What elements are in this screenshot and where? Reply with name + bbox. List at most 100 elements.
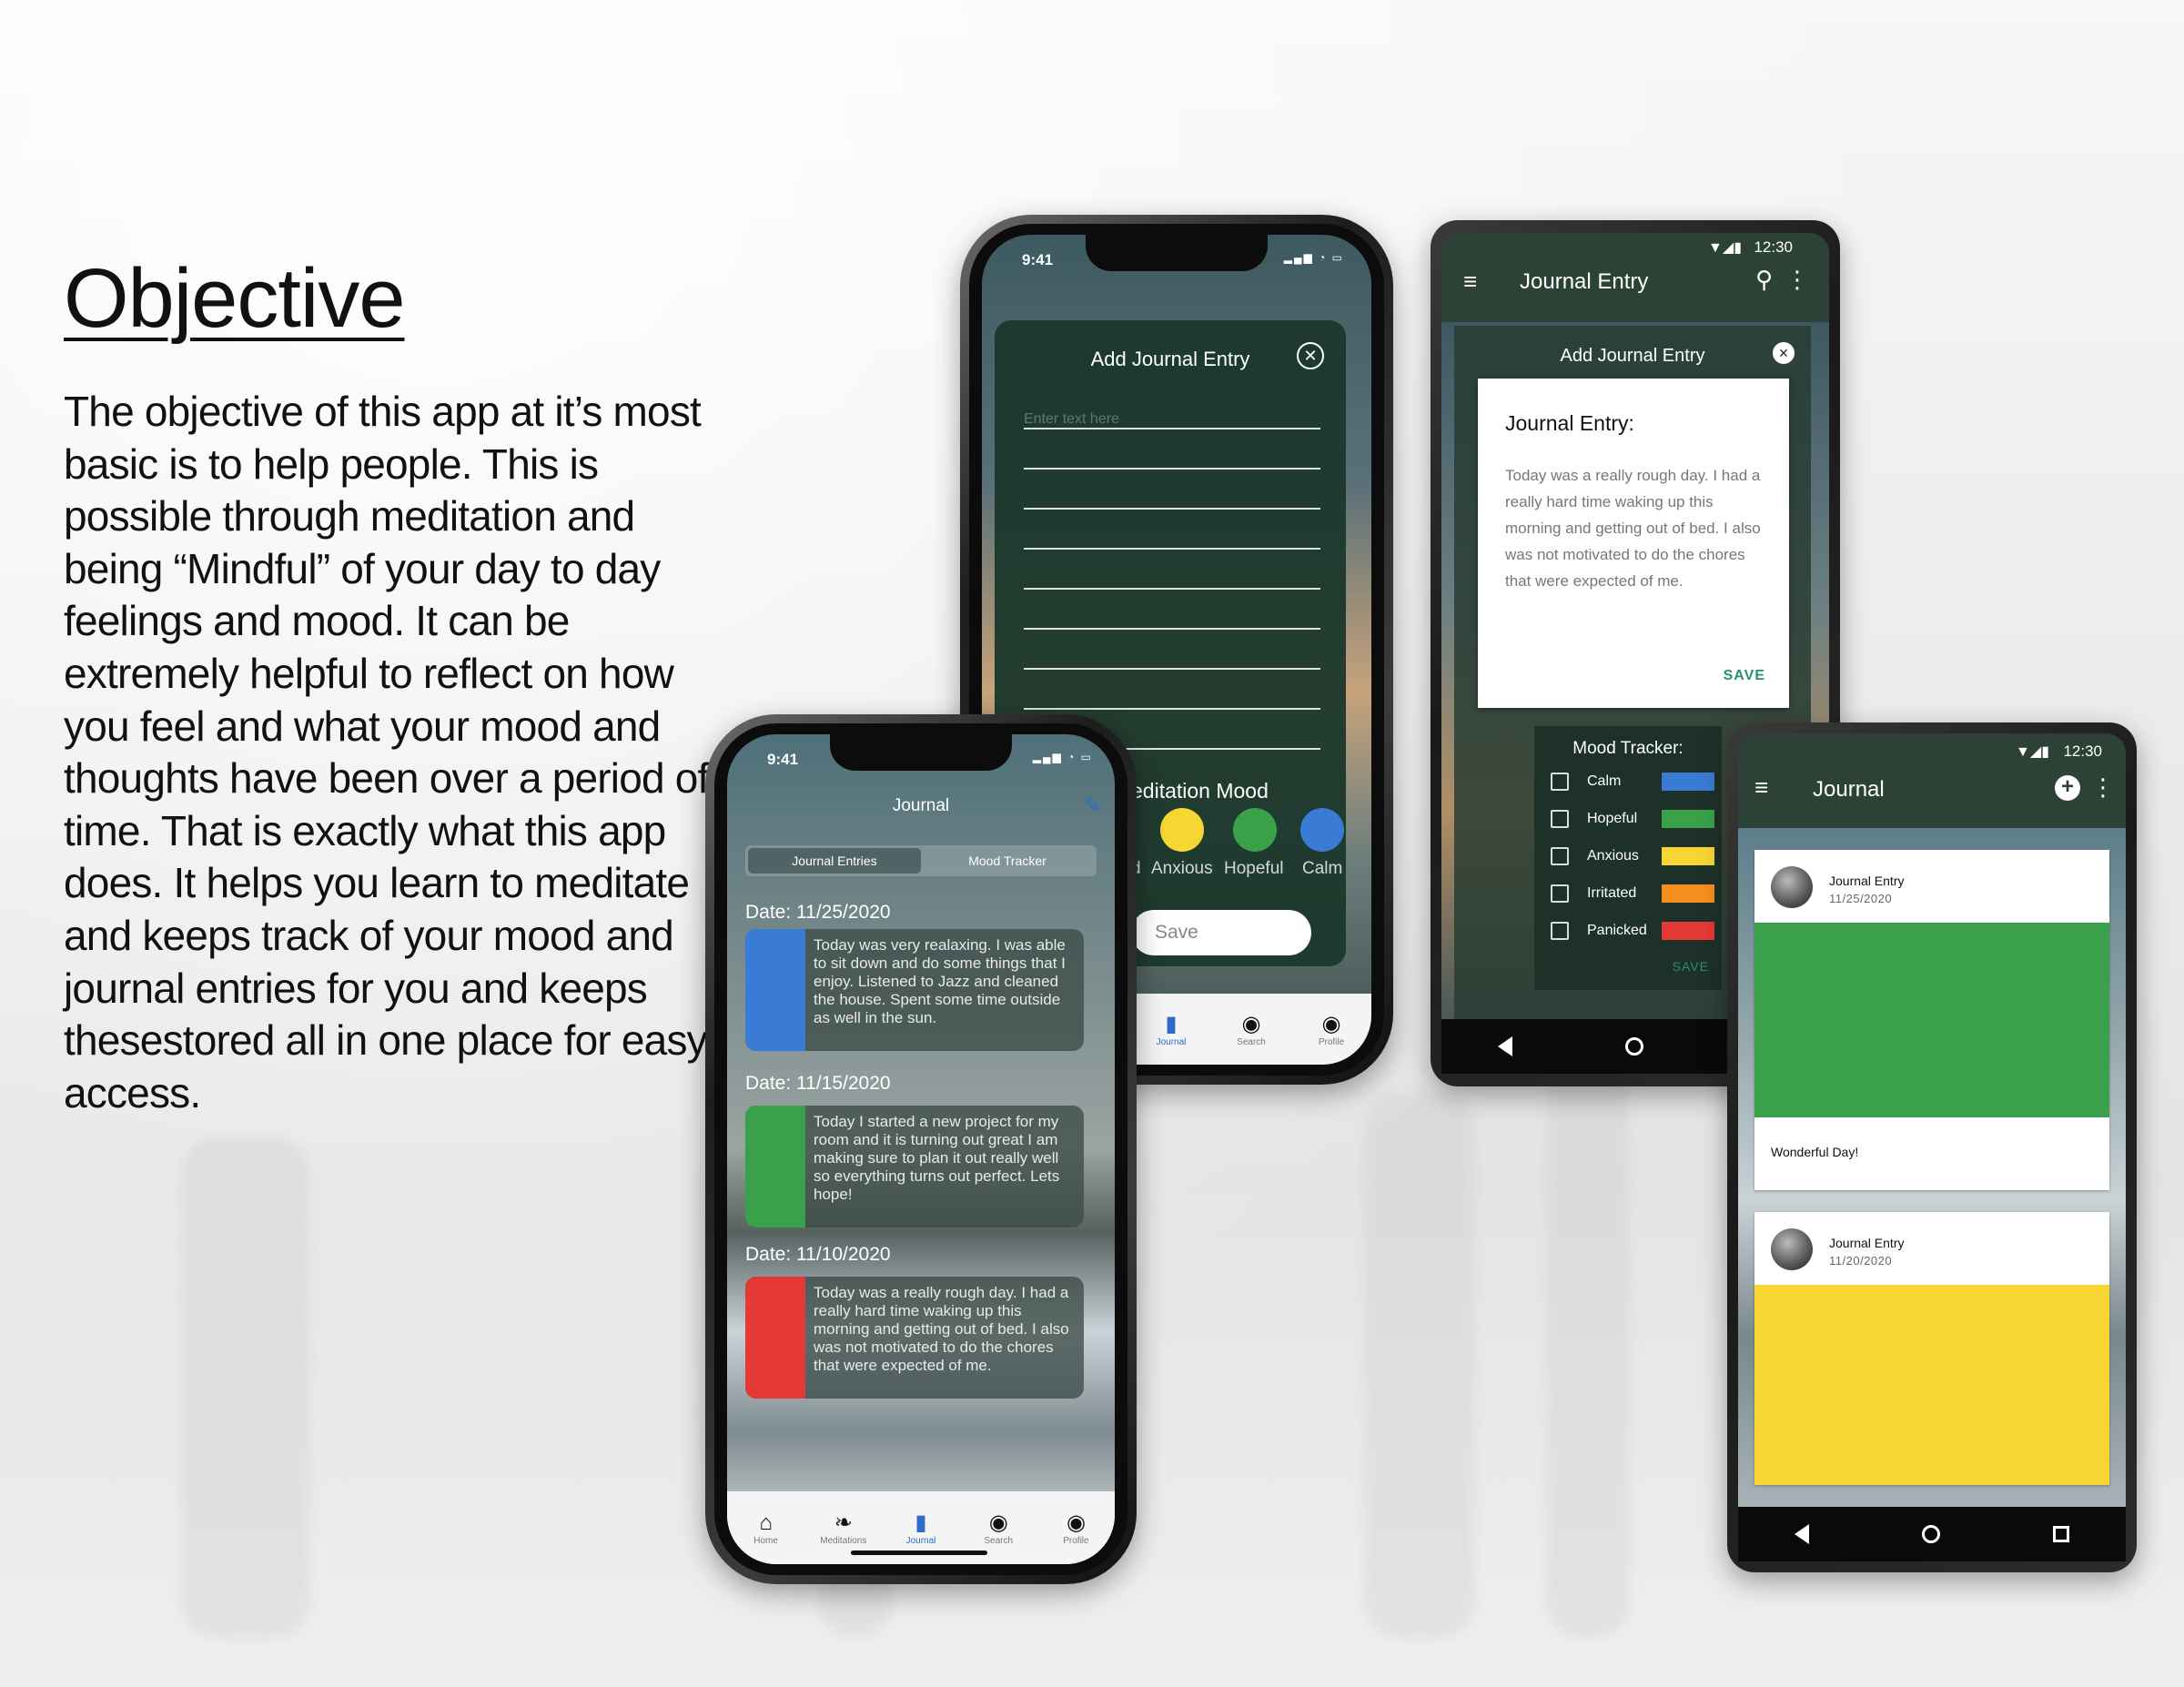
feed-caption: Wonderful Day!: [1771, 1145, 1859, 1159]
search-icon: ◉: [988, 1510, 1008, 1535]
avatar: [1771, 1228, 1813, 1270]
feed-date: 11/25/2020: [1829, 892, 1893, 905]
app-bar: 12:30 ▼◢▮ ≡ Journal + ⋮: [1738, 733, 2126, 828]
mood-tracker-panel: Mood Tracker: Calm Hopeful Anxious Irrit…: [1534, 726, 1722, 990]
entry-card[interactable]: Today was very realaxing. I was able to …: [745, 929, 1084, 1051]
mood-label-hopeful: Hopeful: [1224, 859, 1284, 878]
menu-icon[interactable]: ≡: [1463, 268, 1477, 296]
mood-label-anxious: Anxious: [1151, 859, 1213, 878]
objective-title: Objective: [64, 252, 405, 345]
search-icon[interactable]: ⚲: [1755, 266, 1773, 294]
mood-row-hopeful[interactable]: Hopeful: [1551, 809, 1714, 829]
status-icons: ▼◢▮: [1708, 240, 1742, 256]
modal-title: Add Journal Entry: [1090, 348, 1250, 370]
tab-home[interactable]: ⌂ Home: [727, 1510, 804, 1546]
add-icon[interactable]: +: [2055, 775, 2080, 801]
app-title: Journal: [1813, 777, 1885, 802]
status-icons: ▂▄▆ ◔ ▭: [1283, 251, 1344, 264]
objective-body: The objective of this app at it’s most b…: [64, 388, 709, 1116]
book-icon: ▮: [1165, 1011, 1178, 1036]
mood-row-calm[interactable]: Calm: [1551, 772, 1714, 792]
checkbox[interactable]: [1551, 922, 1569, 940]
mood-heading: editation Mood: [1131, 779, 1269, 803]
tab-bar: ▮ Journal ◉ Search ◉ Profile: [1131, 994, 1371, 1065]
checkbox[interactable]: [1551, 810, 1569, 828]
mood-dot-anxious[interactable]: [1160, 808, 1204, 852]
feed-card[interactable]: Journal Entry 11/25/2020 Wonderful Day!: [1754, 850, 2109, 1190]
home-icon[interactable]: [1625, 1037, 1643, 1056]
tab-journal[interactable]: ▮ Journal: [882, 1510, 959, 1546]
recent-apps-icon[interactable]: [2053, 1526, 2069, 1542]
entry-date: Date: 11/15/2020: [745, 1073, 891, 1094]
home-icon: ⌂: [759, 1510, 773, 1535]
entry-text: Today was a really rough day. I had a re…: [814, 1284, 1069, 1374]
tab-profile[interactable]: ◉ Profile: [1037, 1510, 1115, 1546]
tab-journal-entries[interactable]: Journal Entries: [748, 848, 921, 874]
close-circle-icon[interactable]: ✕: [1297, 342, 1324, 369]
feed-title: Journal Entry: [1829, 1236, 1905, 1250]
leaf-icon: ❧: [834, 1510, 853, 1535]
dialog-title: Add Journal Entry: [1560, 346, 1705, 366]
mood-color-block: [1754, 1285, 2109, 1485]
mood-color-bar: [745, 1277, 805, 1399]
book-icon: ▮: [915, 1510, 927, 1535]
tab-journal[interactable]: ▮ Journal: [1131, 1012, 1211, 1047]
iphone-journal: 9:41 ▂▄▆ ◔ ▭ Journal ✎ Journal Entries M…: [705, 714, 1137, 1584]
checkbox[interactable]: [1551, 847, 1569, 865]
back-icon[interactable]: [1795, 1524, 1809, 1544]
text-input-placeholder[interactable]: Enter text here: [1024, 411, 1119, 428]
mood-row-anxious[interactable]: Anxious: [1551, 846, 1714, 866]
tab-profile[interactable]: ◉ Profile: [1291, 1012, 1371, 1047]
profile-icon: ◉: [1066, 1510, 1086, 1535]
save-button[interactable]: SAVE: [1724, 668, 1765, 684]
entry-card: Journal Entry: Today was a really rough …: [1478, 379, 1789, 708]
edit-icon[interactable]: ✎: [1084, 793, 1102, 819]
tab-mood-tracker[interactable]: Mood Tracker: [921, 848, 1094, 874]
entry-card[interactable]: Today I started a new project for my roo…: [745, 1106, 1084, 1227]
status-time: 12:30: [1754, 238, 1793, 256]
android-journal-feed: 12:30 ▼◢▮ ≡ Journal + ⋮ Journal Entry 11…: [1727, 722, 2137, 1572]
checkbox[interactable]: [1551, 773, 1569, 791]
entry-text: Today I started a new project for my roo…: [814, 1113, 1060, 1203]
card-heading: Journal Entry:: [1505, 411, 1634, 435]
mood-label-calm: Calm: [1302, 859, 1343, 878]
mood-color-bar: [745, 929, 805, 1051]
feed-card[interactable]: Journal Entry 11/20/2020: [1754, 1212, 2109, 1485]
mood-tracker-title: Mood Tracker:: [1572, 739, 1684, 758]
avatar: [1771, 866, 1813, 908]
status-icons: ▼◢▮: [2016, 744, 2049, 760]
entry-date: Date: 11/10/2020: [745, 1244, 891, 1265]
card-text[interactable]: Today was a really rough day. I had a re…: [1505, 462, 1765, 594]
entry-text: Today was very realaxing. I was able to …: [814, 936, 1066, 1026]
home-indicator: [851, 1551, 987, 1555]
mood-color-block: [1754, 923, 2109, 1117]
mood-dot-hopeful[interactable]: [1233, 808, 1277, 852]
profile-icon: ◉: [1321, 1011, 1341, 1036]
more-vert-icon[interactable]: ⋮: [1785, 266, 1809, 294]
tab-meditations[interactable]: ❧ Meditations: [804, 1510, 882, 1546]
menu-icon[interactable]: ≡: [1754, 773, 1768, 802]
mood-row-irritated[interactable]: Irritated: [1551, 884, 1714, 904]
back-icon[interactable]: [1498, 1036, 1512, 1056]
more-vert-icon[interactable]: ⋮: [2091, 773, 2115, 802]
app-bar: 12:30 ▼◢▮ ≡ Journal Entry ⚲ ⋮: [1441, 233, 1829, 322]
save-input[interactable]: Save: [1131, 910, 1311, 955]
status-time: 9:41: [767, 751, 799, 768]
status-time: 12:30: [2063, 742, 2102, 760]
mood-dot-calm[interactable]: [1300, 808, 1344, 852]
segmented-control: Journal Entries Mood Tracker: [745, 845, 1097, 876]
entry-date: Date: 11/25/2020: [745, 902, 891, 923]
tab-search[interactable]: ◉ Search: [1211, 1012, 1291, 1047]
mood-save-button[interactable]: SAVE: [1673, 959, 1709, 974]
app-title: Journal Entry: [1520, 269, 1649, 294]
checkbox[interactable]: [1551, 884, 1569, 903]
feed-title: Journal Entry: [1829, 874, 1905, 888]
android-nav-bar: [1738, 1507, 2126, 1561]
entry-card[interactable]: Today was a really rough day. I had a re…: [745, 1277, 1084, 1399]
mood-row-panicked[interactable]: Panicked: [1551, 921, 1714, 941]
home-icon[interactable]: [1922, 1525, 1940, 1543]
feed-date: 11/20/2020: [1829, 1254, 1893, 1268]
close-icon[interactable]: ✕: [1773, 342, 1795, 364]
tab-search[interactable]: ◉ Search: [960, 1510, 1037, 1546]
status-icons: ▂▄▆ ◔ ▭: [1032, 751, 1093, 763]
